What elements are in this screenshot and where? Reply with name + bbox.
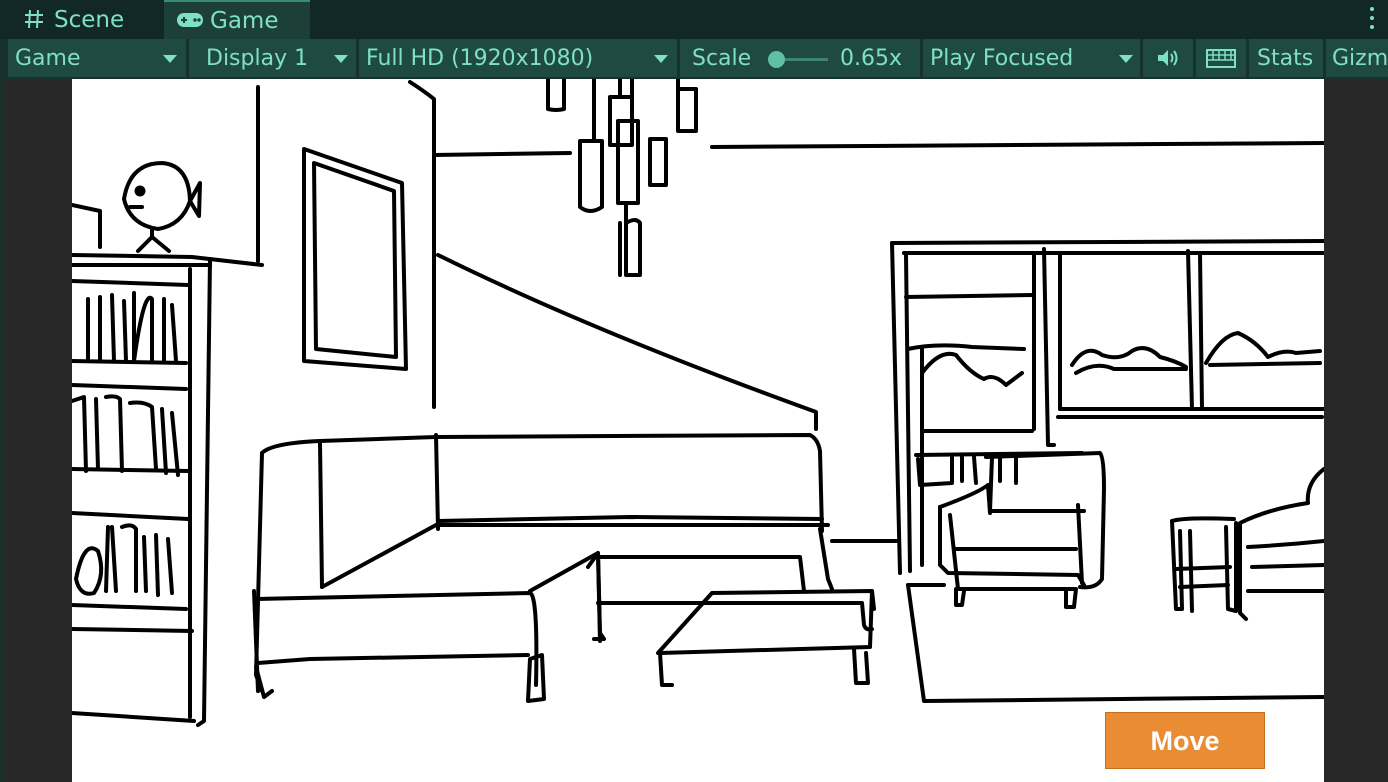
gizmos-button[interactable]: Gizm bbox=[1326, 39, 1388, 77]
armchair[interactable] bbox=[938, 451, 1106, 609]
coffee-table[interactable] bbox=[656, 589, 876, 687]
tab-bar: Scene Game bbox=[0, 0, 1388, 39]
display-dropdown[interactable]: Display 1 bbox=[189, 39, 356, 77]
sofa[interactable] bbox=[252, 433, 874, 703]
scale-value: 0.65x bbox=[840, 46, 903, 71]
viewport-margin-right bbox=[1324, 79, 1388, 782]
scale-label: Scale bbox=[692, 46, 752, 71]
resolution-dropdown[interactable]: Full HD (1920x1080) bbox=[359, 39, 677, 77]
side-table[interactable] bbox=[1170, 516, 1238, 613]
resolution-label: Full HD (1920x1080) bbox=[366, 46, 594, 71]
move-button[interactable]: Move bbox=[1105, 712, 1265, 769]
speaker-icon bbox=[1158, 50, 1178, 66]
mute-audio-button[interactable] bbox=[1143, 39, 1193, 77]
view-mode-label: Game bbox=[15, 46, 81, 71]
play-mode-label: Play Focused bbox=[930, 46, 1074, 71]
chevron-down-icon bbox=[334, 55, 348, 63]
chevron-down-icon bbox=[1119, 55, 1133, 63]
stats-button[interactable]: Stats bbox=[1249, 39, 1323, 77]
more-options-icon[interactable] bbox=[1368, 7, 1376, 33]
hash-icon bbox=[25, 9, 43, 29]
tab-scene[interactable]: Scene bbox=[8, 0, 158, 39]
game-viewport[interactable] bbox=[72, 79, 1324, 782]
display-label: Display 1 bbox=[206, 46, 309, 71]
stats-label: Stats bbox=[1257, 46, 1314, 71]
scale-slider-handle[interactable] bbox=[768, 51, 785, 68]
game-toolbar: Game Display 1 Full HD (1920x1080) Scale… bbox=[0, 39, 1388, 79]
tab-scene-label: Scene bbox=[54, 7, 125, 33]
panel-edge bbox=[0, 79, 4, 782]
gizmos-label: Gizm bbox=[1332, 46, 1388, 71]
keyboard-icon bbox=[1206, 49, 1236, 68]
keyboard-shortcuts-button[interactable] bbox=[1196, 39, 1246, 77]
fish-character[interactable] bbox=[122, 161, 202, 253]
living-room-sketch bbox=[72, 79, 1324, 727]
view-mode-dropdown[interactable]: Game bbox=[8, 39, 186, 77]
tab-game[interactable]: Game bbox=[164, 0, 310, 39]
tab-game-label: Game bbox=[210, 8, 279, 34]
play-mode-dropdown[interactable]: Play Focused bbox=[923, 39, 1140, 77]
gamepad-icon bbox=[177, 13, 203, 27]
chevron-down-icon bbox=[654, 55, 668, 63]
chevron-down-icon bbox=[163, 55, 177, 63]
viewport-margin-left bbox=[0, 79, 72, 782]
